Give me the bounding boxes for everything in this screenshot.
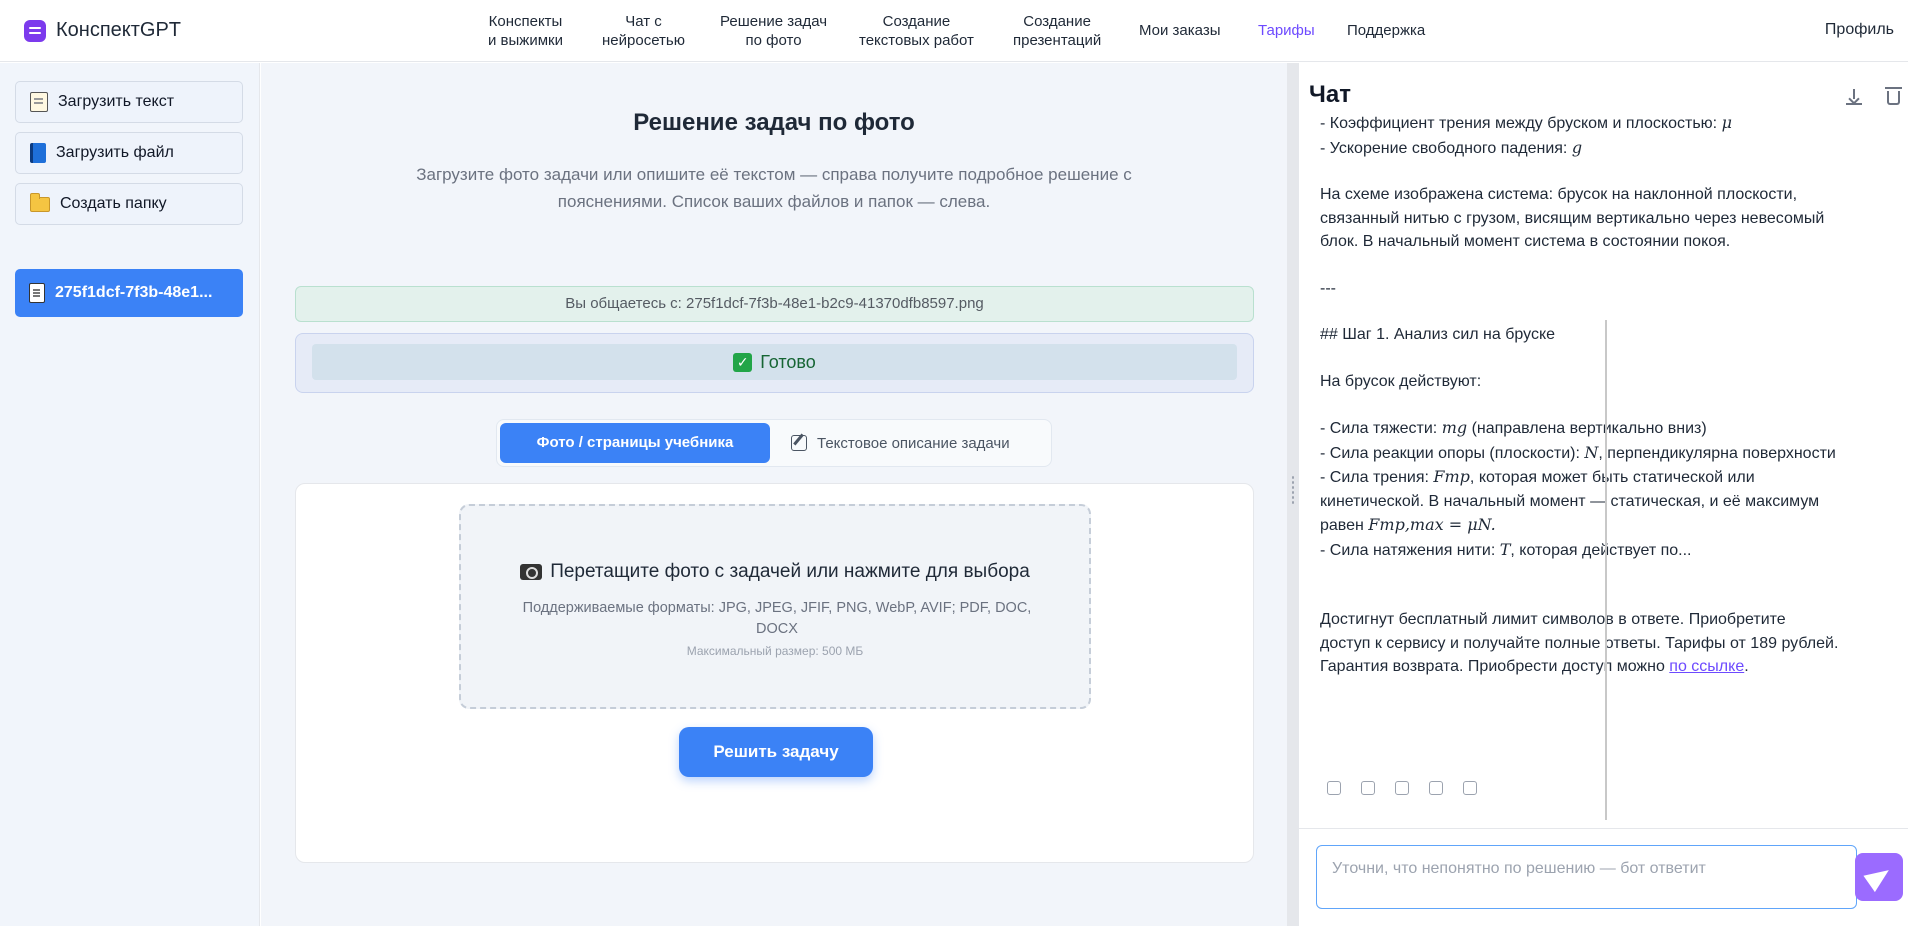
message-line: - Ускорение свободного падения: g	[1320, 137, 1583, 157]
nav-summaries[interactable]: Конспекты и выжимки	[488, 12, 563, 50]
chat-panel: Чат - Коэффициент трения между бруском и…	[1299, 63, 1908, 926]
profile-link[interactable]: Профиль	[1825, 21, 1894, 39]
upload-file-label: Загрузить файл	[56, 144, 174, 161]
export-doc-icon[interactable]	[1429, 781, 1443, 795]
limit-notice: Достигнут бесплатный лимит символов в от…	[1320, 611, 1839, 675]
message-line: - Сила трения: Fтр, которая может быть с…	[1320, 467, 1820, 534]
message-line: - Сила реакции опоры (плоскости): N, пер…	[1320, 442, 1836, 462]
main-content: Решение задач по фото Загрузите фото зад…	[261, 63, 1287, 926]
nav-text-works[interactable]: Создание текстовых работ	[859, 12, 974, 50]
message-paragraph: На схеме изображена система: брусок на н…	[1320, 186, 1825, 250]
status-text: Готово	[760, 351, 816, 372]
sidebar-file-item[interactable]: 275f1dcf-7f3b-48e1...	[15, 269, 243, 317]
dropzone-title-text: Перетащите фото с задачей или нажмите дл…	[550, 561, 1030, 582]
nav-presentations[interactable]: Создание презентаций	[1013, 12, 1101, 50]
upload-text-button[interactable]: Загрузить текст	[15, 81, 243, 123]
solve-task-button[interactable]: Решить задачу	[679, 727, 873, 777]
book-icon	[30, 143, 46, 163]
dropzone-max-size: Максимальный размер: 500 МБ	[686, 644, 864, 658]
message-line: - Коэффициент трения между бруском и пло…	[1320, 113, 1732, 132]
chat-message: - Коэффициент трения между бруском и пло…	[1320, 113, 1840, 838]
status-badge: ✓ Готово	[312, 344, 1237, 380]
nav-photo-tasks[interactable]: Решение задач по фото	[720, 12, 827, 50]
dropzone-formats: Поддерживаемые форматы: JPG, JPEG, JFIF,…	[522, 600, 1032, 637]
chat-scrollbar[interactable]	[1605, 320, 1607, 820]
nav-my-orders[interactable]: Мои заказы	[1139, 21, 1221, 40]
status-panel: ✓ Готово	[295, 333, 1254, 393]
nav-support[interactable]: Поддержка	[1347, 21, 1425, 40]
chat-title: Чат	[1309, 81, 1351, 108]
copy-icon[interactable]	[1327, 781, 1341, 795]
camera-icon	[520, 564, 543, 580]
like-icon[interactable]	[1361, 781, 1375, 795]
folder-icon	[30, 192, 50, 212]
upload-file-button[interactable]: Загрузить файл	[15, 132, 243, 174]
create-folder-button[interactable]: Создать папку	[15, 183, 243, 225]
export-pdf-icon[interactable]	[1463, 781, 1477, 795]
chat-input-divider	[1299, 828, 1908, 829]
app-logo[interactable]: КонспектGPT	[24, 19, 181, 42]
notepad-icon	[30, 92, 48, 112]
message-actions	[1327, 781, 1477, 795]
tab-photo[interactable]: Фото / страницы учебника	[500, 423, 770, 463]
top-navigation: КонспектGPT Конспекты и выжимки Чат с нейр…	[0, 0, 1908, 62]
trash-icon[interactable]	[1885, 87, 1902, 105]
pencil-icon	[791, 435, 807, 451]
message-separator: ---	[1320, 279, 1336, 297]
message-paragraph: На брусок действуют:	[1320, 372, 1482, 390]
purchase-link[interactable]: по ссылке	[1669, 658, 1744, 675]
tab-text-label: Текстовое описание задачи	[817, 434, 1010, 452]
chat-with-banner: Вы общаетесь с: 275f1dcf-7f3b-48e1-b2c9-…	[295, 286, 1254, 322]
page-title: Решение задач по фото	[633, 109, 915, 136]
upload-text-label: Загрузить текст	[58, 93, 175, 110]
sidebar: Загрузить текст Загрузить файл Создать п…	[0, 63, 260, 926]
page-subtitle: Загрузите фото задачи или опишите её тек…	[416, 165, 1132, 211]
chat-input[interactable]: Уточни, что непонятно по решению — бот о…	[1316, 845, 1857, 909]
app-title: КонспектGPT	[56, 19, 182, 41]
check-icon: ✓	[733, 352, 753, 372]
nav-tariffs[interactable]: Тарифы	[1258, 21, 1315, 40]
file-name: 275f1dcf-7f3b-48e1...	[55, 284, 213, 301]
send-button[interactable]	[1855, 853, 1903, 901]
dropzone-title: Перетащите фото с задачей или нажмите дл…	[461, 561, 1089, 583]
resize-handle[interactable]	[1291, 475, 1295, 505]
tab-text-description[interactable]: Текстовое описание задачи	[785, 423, 1047, 463]
create-folder-label: Создать папку	[60, 195, 167, 212]
logo-icon	[24, 19, 46, 42]
nav-ai-chat[interactable]: Чат с нейросетью	[602, 12, 685, 50]
message-heading: ## Шаг 1. Анализ сил на бруске	[1320, 326, 1556, 343]
input-mode-tabs: Фото / страницы учебника Текстовое описа…	[496, 419, 1052, 467]
message-line: - Сила тяжести: mg (направлена вертикаль…	[1320, 418, 1707, 437]
upload-card: Перетащите фото с задачей или нажмите дл…	[295, 483, 1254, 863]
message-line: - Сила натяжения нити: T, которая действ…	[1320, 539, 1692, 559]
photo-dropzone[interactable]: Перетащите фото с задачей или нажмите дл…	[459, 504, 1091, 709]
document-icon	[29, 283, 45, 303]
download-icon[interactable]	[1846, 89, 1862, 105]
dislike-icon[interactable]	[1395, 781, 1409, 795]
